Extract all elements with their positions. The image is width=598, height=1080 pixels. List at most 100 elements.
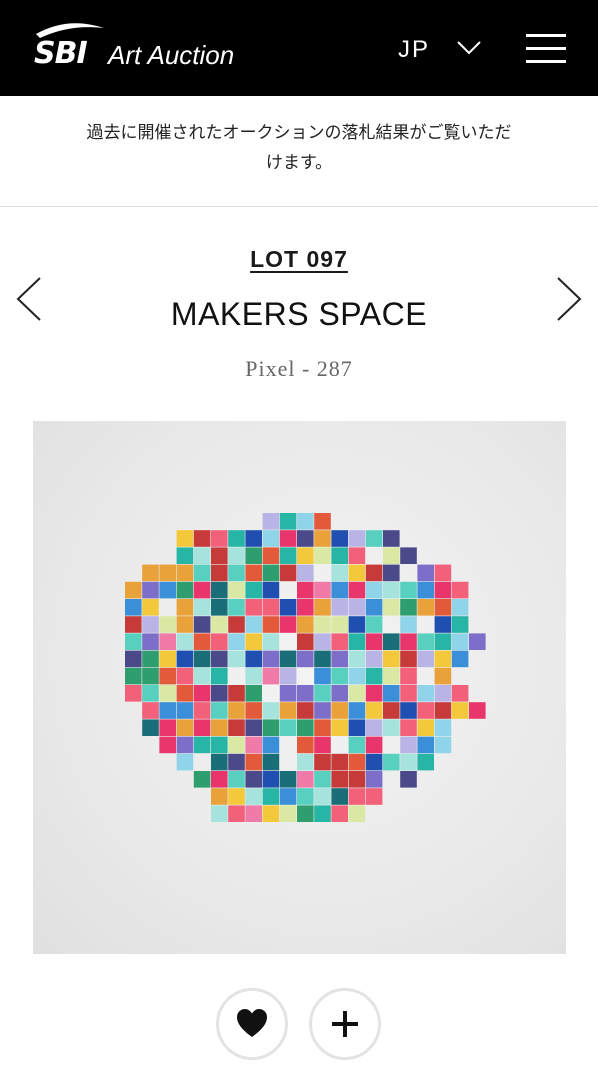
artwork-pixel	[262, 513, 280, 530]
artwork-pixel	[125, 581, 142, 599]
artwork-pixel	[279, 530, 297, 547]
artwork-pixel	[279, 599, 297, 616]
artwork-pixel	[297, 650, 314, 668]
artwork-pixel	[245, 530, 262, 547]
artwork-pixel	[176, 719, 194, 736]
artwork-pixel	[314, 685, 331, 702]
add-button[interactable]	[309, 988, 381, 1060]
artwork-pixel	[279, 788, 297, 805]
artwork-pixel	[400, 702, 417, 719]
artwork-pixel	[176, 616, 194, 633]
artwork-pixel	[348, 685, 366, 702]
artwork-pixel	[417, 633, 434, 650]
artwork-pixel	[176, 633, 194, 650]
artwork-pixel	[245, 702, 262, 719]
artwork-pixel	[279, 685, 297, 702]
artwork-pixel	[159, 702, 176, 719]
artwork-pixel	[451, 616, 469, 633]
artwork-pixel	[159, 650, 176, 668]
artwork-pixel	[297, 685, 314, 702]
sbi-art-auction-logo[interactable]: SBI Art Auction	[30, 22, 234, 74]
artwork-pixel	[365, 581, 383, 599]
lot-number[interactable]: LOT 097	[0, 246, 598, 273]
artwork-pixel	[365, 702, 383, 719]
artwork-pixel	[176, 667, 194, 685]
notice-line-2: けます。	[265, 153, 333, 173]
artwork-pixel	[262, 581, 280, 599]
artwork-pixel	[365, 685, 383, 702]
artwork-pixel	[365, 530, 383, 547]
artwork-pixel	[211, 788, 228, 805]
artwork-pixel	[262, 736, 280, 754]
hamburger-menu-icon[interactable]	[526, 34, 566, 64]
artwork-pixel	[383, 702, 400, 719]
artwork-pixel	[228, 547, 245, 564]
artwork-pixel	[211, 650, 228, 668]
artwork-pixel	[331, 564, 348, 582]
artwork-pixel	[142, 719, 159, 736]
artwork-pixel	[228, 685, 245, 702]
artwork-pixel	[331, 685, 348, 702]
artwork-pixel	[297, 530, 314, 547]
artwork-pixel	[228, 719, 245, 736]
artwork-pixel	[193, 685, 211, 702]
artwork-pixel	[417, 753, 434, 771]
artwork-pixel	[262, 788, 280, 805]
artwork-pixel	[297, 547, 314, 564]
artwork-pixel	[228, 788, 245, 805]
artwork-pixel	[228, 616, 245, 633]
artwork-pixel	[331, 788, 348, 805]
artwork-pixel	[297, 805, 314, 822]
artwork-pixel	[211, 719, 228, 736]
artwork-pixel	[176, 581, 194, 599]
artwork-pixel	[193, 736, 211, 754]
artwork-pixel	[417, 685, 434, 702]
artwork-pixel	[262, 719, 280, 736]
artwork-pixel	[159, 667, 176, 685]
artwork-pixel	[262, 599, 280, 616]
artwork-pixel	[383, 581, 400, 599]
artwork-pixel	[365, 667, 383, 685]
artwork-pixel	[297, 771, 314, 788]
artwork-pixel	[417, 581, 434, 599]
favorite-button[interactable]	[216, 988, 288, 1060]
artwork-pixel	[193, 667, 211, 685]
artwork-pixel	[348, 547, 366, 564]
artwork-pixel	[245, 581, 262, 599]
artwork-pixel	[365, 788, 383, 805]
artwork-pixel	[228, 805, 245, 822]
chevron-down-icon[interactable]	[456, 40, 482, 56]
artwork-pixel	[365, 736, 383, 754]
artwork-pixel	[279, 616, 297, 633]
artwork-pixel	[193, 547, 211, 564]
artwork-pixel	[228, 753, 245, 771]
artwork-pixel	[400, 719, 417, 736]
artwork-pixel	[417, 564, 434, 582]
artwork-pixel	[228, 736, 245, 754]
artwork-pixel	[348, 667, 366, 685]
artwork-pixel	[142, 599, 159, 616]
artwork-pixel	[469, 633, 486, 650]
artwork-image[interactable]	[33, 421, 566, 954]
artwork-pixel	[211, 753, 228, 771]
artwork-pixel	[297, 616, 314, 633]
artwork-pixel	[142, 702, 159, 719]
artwork-pixel	[314, 771, 331, 788]
artwork-pixel	[245, 564, 262, 582]
artwork-pixel	[451, 650, 469, 668]
results-notice: 過去に開催されたオークションの落札結果がご覧いただ けます。	[0, 118, 598, 178]
site-header: SBI Art Auction JP	[0, 0, 598, 96]
artwork-pixel	[297, 719, 314, 736]
artwork-pixel	[279, 771, 297, 788]
artwork-pixel	[297, 564, 314, 582]
artwork-pixel	[400, 771, 417, 788]
artwork-pixel	[314, 788, 331, 805]
artwork-pixel	[245, 599, 262, 616]
artwork-pixel	[125, 616, 142, 633]
artwork-pixel	[262, 530, 280, 547]
artwork-pixel	[417, 599, 434, 616]
language-selector[interactable]: JP	[398, 36, 430, 64]
artwork-pixel	[193, 616, 211, 633]
artwork-pixel	[314, 513, 331, 530]
artwork-pixel	[331, 616, 348, 633]
